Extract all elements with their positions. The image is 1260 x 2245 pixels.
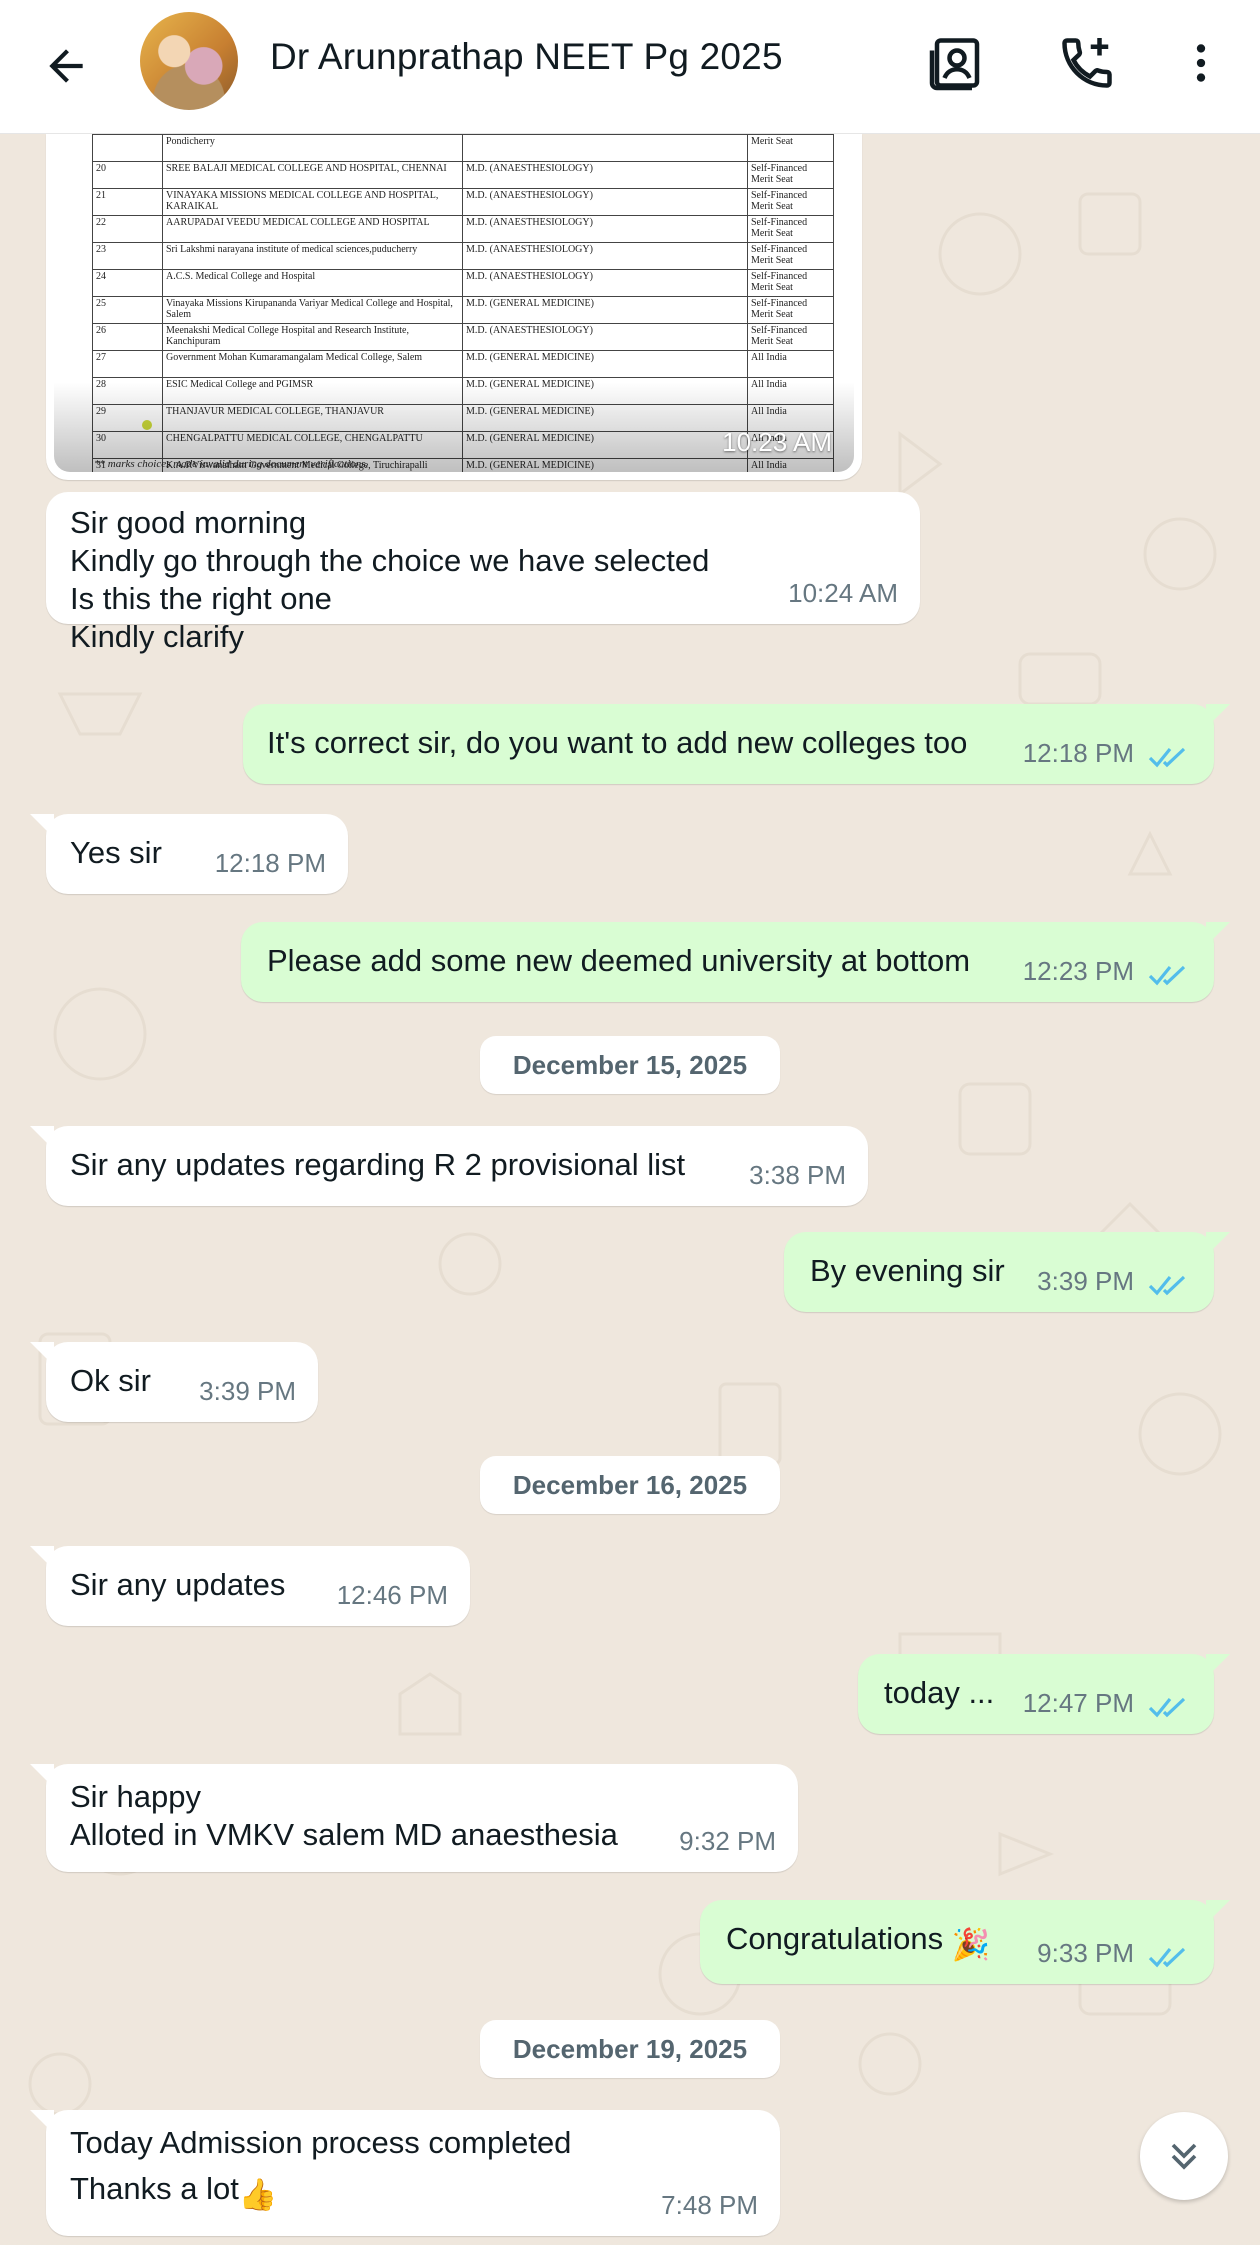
incoming-message[interactable]: Sir any updates regarding R 2 provisiona… (30, 1126, 868, 1206)
table-cell: Government Mohan Kumaramangalam Medical … (162, 350, 463, 378)
contact-card-icon[interactable] (922, 28, 992, 98)
table-row: 26 Meenakshi Medical College Hospital and… (92, 323, 834, 351)
chat-header: Dr Arunprathap NEET Pg 2025 (0, 0, 1260, 134)
message-text: Thanks a lot (70, 2171, 239, 2206)
incoming-message[interactable]: Sir happy Alloted in VMKV salem MD anaes… (30, 1764, 798, 1872)
table-cell: VINAYAKA MISSIONS MEDICAL COLLEGE AND HO… (162, 188, 463, 216)
table-cell: 27 (92, 350, 163, 378)
date-separator: December 15, 2025 (480, 1036, 780, 1094)
table-cell (92, 134, 163, 162)
message-time: 12:18 PM (1022, 738, 1134, 768)
message-time: 9:33 PM (1037, 1938, 1134, 1968)
incoming-message[interactable]: Sir good morning Kindly go through the c… (46, 492, 920, 654)
shared-document-image[interactable]: Pondicherry Merit Seat 20 SREE BALAJI MEDIC… (54, 134, 854, 472)
double-chevron-down-icon (1171, 2143, 1197, 2170)
table-cell: Meenakshi Medical College Hospital and R… (162, 323, 463, 351)
table-cell: M.D. (GENERAL MEDICINE) (462, 296, 748, 324)
outgoing-message[interactable]: today ... 12:47 PM (858, 1654, 1230, 1734)
message-text: Sir good morning Kindly go through the c… (70, 505, 710, 654)
message-time: 12:18 PM (214, 848, 326, 878)
message-text: Sir happy Alloted in VMKV salem MD anaes… (70, 1779, 618, 1852)
more-vertical-icon[interactable] (1166, 28, 1236, 98)
message-time: 3:39 PM (1037, 1266, 1134, 1296)
message-text: Today Admission process completed (70, 2125, 572, 2160)
table-cell: Self-Financed Merit Seat (747, 188, 834, 216)
table-cell: M.D. (ANAESTHESIOLOGY) (462, 161, 748, 189)
table-cell: M.D. (ANAESTHESIOLOGY) (462, 215, 748, 243)
table-cell: Self-Financed Merit Seat (747, 242, 834, 270)
table-cell: Self-Financed Merit Seat (747, 215, 834, 243)
outgoing-message[interactable]: It's correct sir, do you want to add new… (243, 704, 1230, 784)
date-separator: December 16, 2025 (480, 1456, 780, 1514)
thumbs-up-icon: 👍 (238, 2177, 278, 2212)
document-note: ** marks choices made invalid during doc… (94, 458, 369, 470)
incoming-message[interactable]: Today Admission process completed Thanks… (30, 2110, 780, 2236)
incoming-message[interactable]: Ok sir 3:39 PM (30, 1342, 318, 1422)
table-cell: AARUPADAI VEEDU MEDICAL COLLEGE AND HOSP… (162, 215, 463, 243)
table-cell (462, 134, 748, 162)
message-time: 10:23 AM (722, 427, 832, 457)
back-arrow-icon[interactable] (34, 34, 98, 98)
table-cell: Pondicherry (162, 134, 463, 162)
message-text: Sir any updates regarding R 2 provisiona… (70, 1147, 686, 1182)
scroll-to-bottom-button[interactable] (1140, 2112, 1228, 2200)
date-separator: December 19, 2025 (480, 2020, 780, 2078)
table-cell: 24 (92, 269, 163, 297)
add-call-icon[interactable] (1052, 28, 1122, 98)
table-cell: SREE BALAJI MEDICAL COLLEGE AND HOSPITAL… (162, 161, 463, 189)
table-cell: Merit Seat (747, 134, 834, 162)
table-cell: 21 (92, 188, 163, 216)
table-cell: A.C.S. Medical College and Hospital (162, 269, 463, 297)
message-time: 3:39 PM (199, 1376, 296, 1406)
table-row: 20 SREE BALAJI MEDICAL COLLEGE AND HOSPIT… (92, 161, 834, 189)
table-cell: Vinayaka Missions Kirupananda Variyar Me… (162, 296, 463, 324)
read-ticks-icon (1148, 1697, 1186, 1718)
read-ticks-icon (1148, 747, 1186, 768)
table-row: 24 A.C.S. Medical College and Hospital M.D… (92, 269, 834, 297)
table-cell: Self-Financed Merit Seat (747, 161, 834, 189)
message-time: 12:46 PM (336, 1580, 448, 1610)
outgoing-message[interactable]: Please add some new deemed university at… (241, 922, 1230, 1002)
incoming-message[interactable]: Yes sir 12:18 PM (30, 814, 348, 894)
read-ticks-icon (1148, 1275, 1186, 1296)
message-time: 9:32 PM (679, 1826, 776, 1856)
incoming-message[interactable]: Sir any updates 12:46 PM (30, 1546, 470, 1626)
table-cell: M.D. (ANAESTHESIOLOGY) (462, 188, 748, 216)
table-cell: 26 (92, 323, 163, 351)
table-cell: Self-Financed Merit Seat (747, 296, 834, 324)
message-time: 12:47 PM (1022, 1688, 1134, 1718)
read-ticks-icon (1148, 965, 1186, 986)
table-cell: 23 (92, 242, 163, 270)
message-time: 3:38 PM (749, 1160, 846, 1190)
table-row: 25 Vinayaka Missions Kirupananda Variyar … (92, 296, 834, 324)
table-row: 22 AARUPADAI VEEDU MEDICAL COLLEGE AND HO… (92, 215, 834, 243)
chat-area[interactable]: Pondicherry Merit Seat 20 SREE BALAJI MEDIC… (0, 134, 1260, 2245)
table-cell: All India (747, 350, 834, 378)
table-row: 21 VINAYAKA MISSIONS MEDICAL COLLEGE AND … (92, 188, 834, 216)
image-message[interactable]: Pondicherry Merit Seat 20 SREE BALAJI MEDIC… (46, 134, 862, 480)
table-cell: Sri Lakshmi narayana institute of medica… (162, 242, 463, 270)
message-text: Congratulations (726, 1921, 944, 1956)
table-row: Pondicherry Merit Seat (92, 134, 834, 162)
message-time: 7:48 PM (661, 2190, 758, 2220)
table-cell: 20 (92, 161, 163, 189)
table-cell: M.D. (ANAESTHESIOLOGY) (462, 242, 748, 270)
avatar[interactable] (140, 12, 238, 110)
message-time: 12:23 PM (1022, 956, 1134, 986)
outgoing-message[interactable]: By evening sir 3:39 PM (784, 1232, 1230, 1312)
table-cell: M.D. (GENERAL MEDICINE) (462, 350, 748, 378)
message-time: 10:24 AM (788, 578, 898, 608)
table-cell: Self-Financed Merit Seat (747, 269, 834, 297)
table-cell: M.D. (ANAESTHESIOLOGY) (462, 269, 748, 297)
table-cell: Self-Financed Merit Seat (747, 323, 834, 351)
read-ticks-icon (1148, 1947, 1186, 1968)
table-row: 23 Sri Lakshmi narayana institute of medi… (92, 242, 834, 270)
chat-title[interactable]: Dr Arunprathap NEET Pg 2025 (270, 36, 783, 78)
table-row: 27 Government Mohan Kumaramangalam Medica… (92, 350, 834, 378)
party-popper-icon: 🎉 (951, 1927, 991, 1962)
table-cell: 25 (92, 296, 163, 324)
table-cell: M.D. (ANAESTHESIOLOGY) (462, 323, 748, 351)
outgoing-message[interactable]: Congratulations 🎉 9:33 PM (700, 1900, 1230, 1984)
table-cell: 22 (92, 215, 163, 243)
